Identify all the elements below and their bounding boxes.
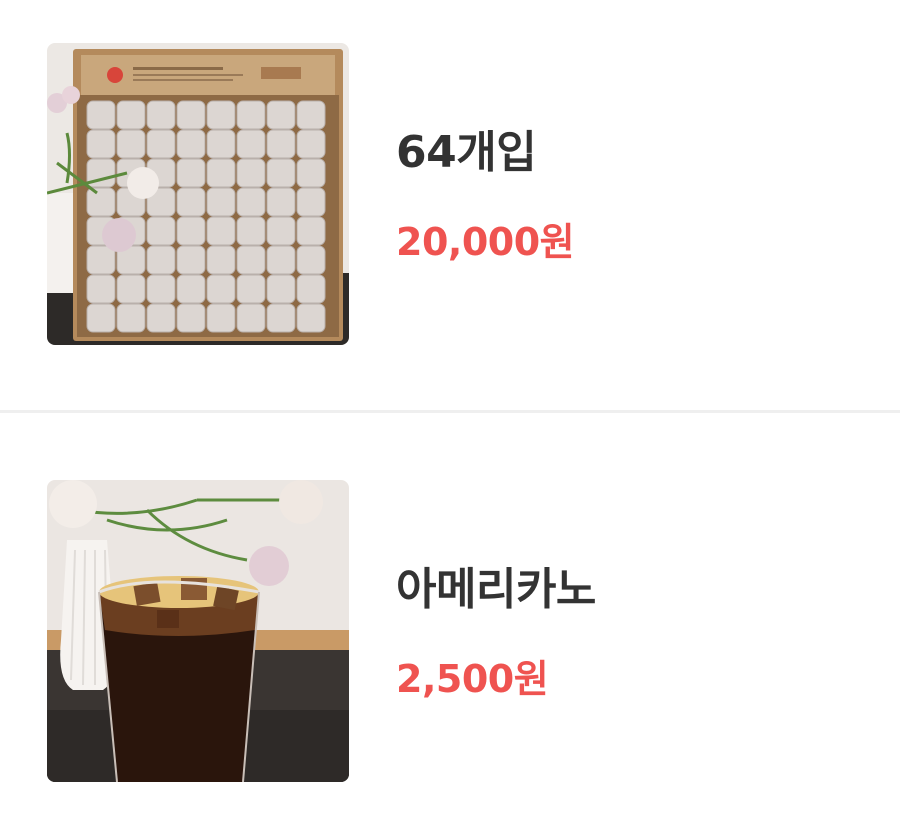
- menu-item[interactable]: 아메리카노 2,500원: [0, 480, 900, 782]
- menu-item[interactable]: 64개입 20,000원: [0, 43, 900, 345]
- menu-item-name: 64개입: [396, 127, 537, 178]
- menu-list: 64개입 20,000원 아메리카노 2,500원: [0, 0, 900, 824]
- menu-item-price: 2,500원: [396, 657, 549, 701]
- menu-item-price: 20,000원: [396, 220, 575, 264]
- menu-item-photo: [47, 480, 349, 782]
- menu-item-photo: [47, 43, 349, 345]
- divider: [0, 410, 900, 413]
- menu-item-name: 아메리카노: [396, 564, 596, 615]
